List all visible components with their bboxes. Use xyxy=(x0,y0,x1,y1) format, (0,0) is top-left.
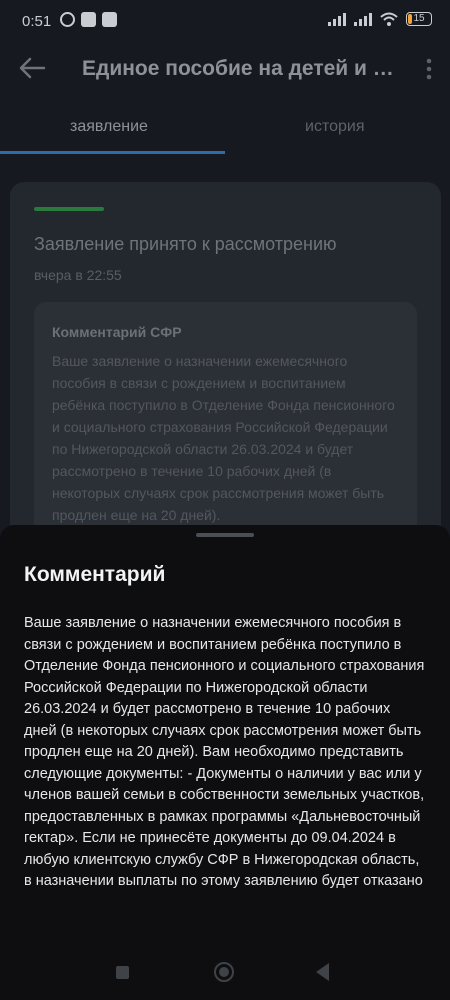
sheet-comment-text: Ваше заявление о назначении ежемесячного… xyxy=(24,615,425,889)
wifi-icon xyxy=(380,12,398,26)
page-title: Единое пособие на детей и беременным xyxy=(82,57,397,80)
comment-preview-box[interactable]: Комментарий СФР Ваше заявление о назначе… xyxy=(34,302,417,542)
status-date: вчера в 22:55 xyxy=(34,267,122,283)
home-icon[interactable] xyxy=(214,962,234,982)
comment-header: Комментарий СФР xyxy=(52,324,182,340)
active-tab-indicator xyxy=(0,151,225,154)
signal-icon xyxy=(328,12,346,26)
notification-square-icon-2 xyxy=(102,12,117,27)
app-bar: Единое пособие на детей и беременным xyxy=(0,44,450,94)
application-status-card: Заявление принято к рассмотрению вчера в… xyxy=(10,182,441,542)
back-triangle-icon[interactable] xyxy=(316,963,329,981)
notification-square-icon xyxy=(81,12,96,27)
signal-icon-2 xyxy=(354,12,372,26)
tab-history[interactable]: история xyxy=(305,118,364,136)
recents-icon[interactable] xyxy=(116,966,129,979)
status-accent-bar xyxy=(34,207,104,211)
viber-icon xyxy=(60,12,75,27)
system-icons: 15 xyxy=(328,12,432,26)
status-title: Заявление принято к рассмотрению xyxy=(34,234,337,254)
comment-preview-text: Ваше заявление о назначении ежемесячного… xyxy=(52,353,395,523)
sheet-title: Комментарий xyxy=(24,563,166,586)
system-nav-bar xyxy=(0,950,450,1000)
status-bar: 0:51 15 xyxy=(0,0,450,44)
more-vertical-icon[interactable] xyxy=(426,58,432,80)
tab-bar: заявление история xyxy=(0,106,450,154)
status-time: 0:51 xyxy=(22,13,52,30)
notification-icons xyxy=(60,12,117,27)
battery-icon: 15 xyxy=(406,12,432,26)
tab-application[interactable]: заявление xyxy=(70,118,148,136)
sheet-drag-handle[interactable] xyxy=(196,533,254,537)
comment-bottom-sheet: Комментарий Ваше заявление о назначении … xyxy=(0,525,450,1000)
arrow-left-icon[interactable] xyxy=(18,56,46,80)
battery-level: 15 xyxy=(413,13,425,24)
